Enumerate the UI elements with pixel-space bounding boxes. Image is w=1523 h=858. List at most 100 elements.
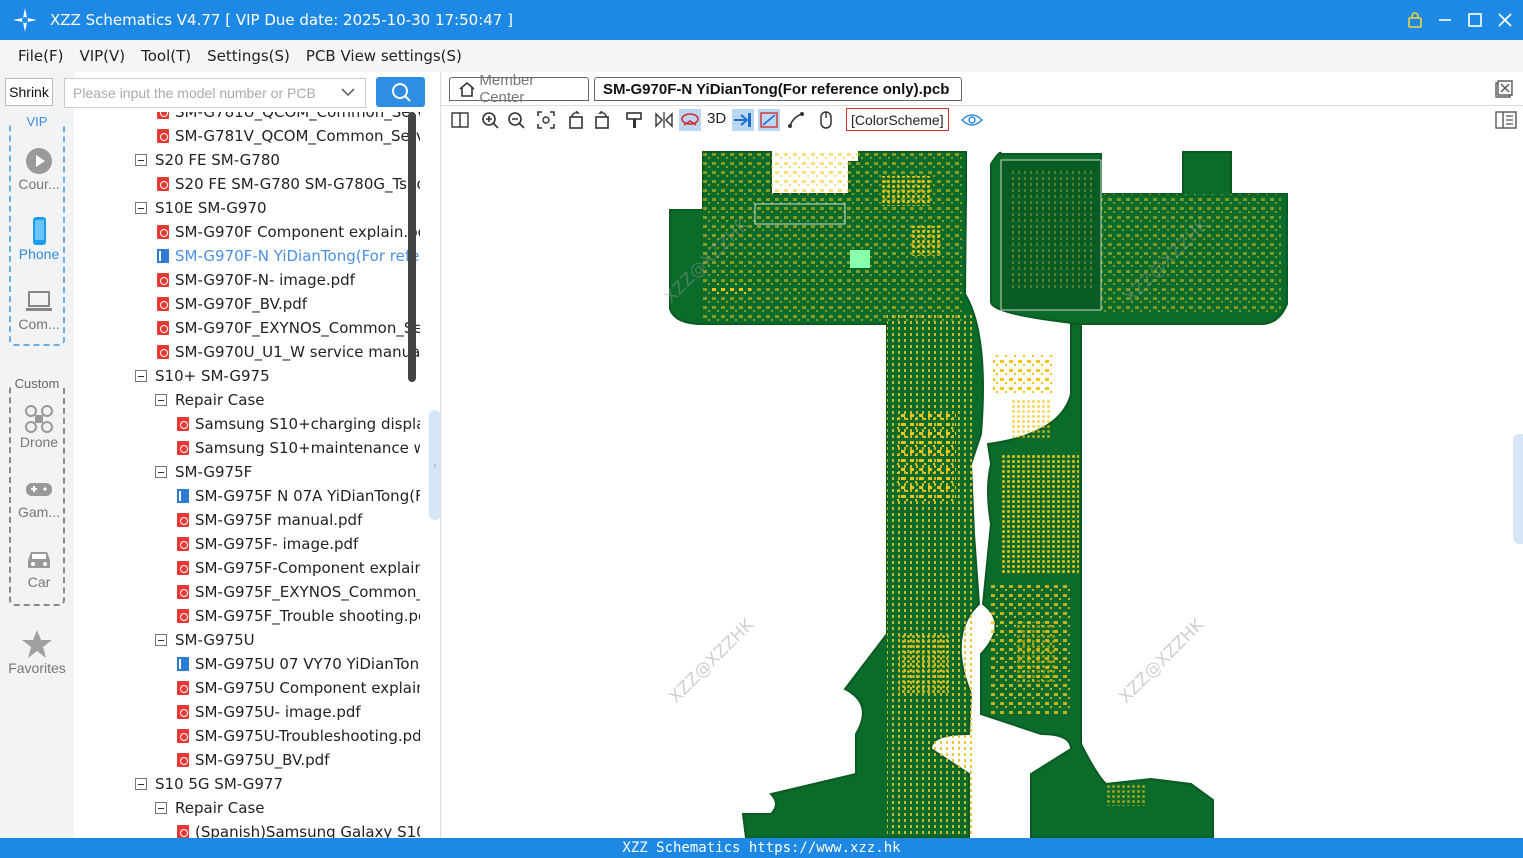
- pdf-file-icon: [177, 585, 189, 599]
- tree-file[interactable]: SM-G970F-N YiDianTong(For refer: [157, 244, 420, 268]
- collapse-toggle-icon[interactable]: [155, 634, 167, 646]
- collapse-toggle-icon[interactable]: [135, 778, 147, 790]
- tree-file[interactable]: SM-G975U-Troubleshooting.pd: [177, 724, 420, 748]
- measure-icon[interactable]: [758, 109, 780, 131]
- tree-file[interactable]: SM-G970U_U1_W service manual.p: [157, 340, 420, 364]
- minimize-icon[interactable]: [1437, 12, 1453, 28]
- zoom-out-icon[interactable]: [505, 109, 527, 131]
- 3d-view-button[interactable]: 3D: [707, 110, 726, 127]
- mouse-icon[interactable]: [815, 109, 837, 131]
- chevron-down-icon[interactable]: [341, 87, 355, 97]
- tree-file[interactable]: SM-G970F-N- image.pdf: [157, 268, 355, 292]
- tree-file[interactable]: Samsung S10+charging display: [177, 412, 420, 436]
- mirror-icon[interactable]: [653, 109, 675, 131]
- collapse-toggle-icon[interactable]: [155, 802, 167, 814]
- side-panel-icon[interactable]: [1495, 109, 1517, 131]
- tab-pcb-file[interactable]: SM-G970F-N YiDianTong(For reference only…: [594, 77, 962, 101]
- tree-file[interactable]: SM-G975F_Trouble shooting.pd: [177, 604, 420, 628]
- tab-member-center[interactable]: Member Center: [449, 72, 589, 106]
- nav-favorites[interactable]: Favorites: [0, 628, 74, 676]
- close-all-tabs-icon[interactable]: [1495, 80, 1513, 98]
- tree-file[interactable]: SM-G975F-Component explain.: [177, 556, 420, 580]
- tree-file[interactable]: SM-G781U_QCOM_Common_Servi: [157, 112, 420, 124]
- right-panel-handle[interactable]: [1513, 434, 1523, 544]
- collapse-toggle-icon[interactable]: [135, 202, 147, 214]
- menu-file[interactable]: File(F): [18, 47, 63, 65]
- tree-file[interactable]: SM-G975U_BV.pdf: [177, 748, 329, 772]
- tree-item-label: SM-G781U_QCOM_Common_Servi: [175, 112, 420, 121]
- tree-file[interactable]: SM-G970F_BV.pdf: [157, 292, 307, 316]
- tree-folder[interactable]: S10E SM-G970: [135, 196, 267, 220]
- tree-file[interactable]: SM-G975U- image.pdf: [177, 700, 361, 724]
- menu-bar: File(F) VIP(V) Tool(T) Settings(S) PCB V…: [0, 40, 1523, 72]
- collapse-toggle-icon[interactable]: [135, 154, 147, 166]
- zoom-in-icon[interactable]: [479, 109, 501, 131]
- collapse-toggle-icon[interactable]: [155, 466, 167, 478]
- tree-item-label: SM-G970U_U1_W service manual.p: [175, 343, 420, 361]
- tree-file[interactable]: (Spanish)Samsung Galaxy S10 5: [177, 820, 420, 838]
- pdf-file-icon: [157, 129, 169, 143]
- rotate-left-icon[interactable]: [565, 109, 587, 131]
- rotate-right-icon[interactable]: [591, 109, 613, 131]
- menu-pcb-view-settings[interactable]: PCB View settings(S): [306, 47, 462, 65]
- collapse-toggle-icon[interactable]: [135, 370, 147, 382]
- menu-settings[interactable]: Settings(S): [207, 47, 290, 65]
- tree-scrollbar[interactable]: [408, 112, 416, 382]
- tree-file[interactable]: Samsung S10+maintenance wit: [177, 436, 420, 460]
- tree-folder[interactable]: Repair Case: [155, 796, 265, 820]
- close-icon[interactable]: [1497, 12, 1513, 28]
- tree-folder[interactable]: S10 5G SM-G977: [135, 772, 283, 796]
- menu-tool[interactable]: Tool(T): [141, 47, 191, 65]
- nav-car[interactable]: Car: [11, 544, 67, 590]
- trace-icon[interactable]: [785, 109, 807, 131]
- category-sidebar: Shrink VIP Cour... Phone Com... Custom D…: [0, 72, 74, 838]
- right-board[interactable]: [980, 151, 1288, 838]
- select-arrow-icon[interactable]: [732, 109, 754, 131]
- tree-file[interactable]: SM-G975F N 07A YiDianTong(F: [177, 484, 420, 508]
- fit-view-icon[interactable]: [535, 109, 557, 131]
- tree-item-label: SM-G975F- image.pdf: [195, 535, 359, 553]
- shrink-button[interactable]: Shrink: [5, 78, 53, 106]
- pdf-file-icon: [157, 112, 169, 119]
- car-icon: [28, 552, 50, 568]
- tree-file[interactable]: S20 FE SM-G780 SM-G780G_Tshoo: [157, 172, 420, 196]
- nav-game[interactable]: Gam...: [11, 474, 67, 520]
- nav-computer[interactable]: Com...: [11, 286, 67, 332]
- paint-brush-icon[interactable]: [623, 109, 645, 131]
- tree-folder[interactable]: SM-G975F: [155, 460, 252, 484]
- tree-item-label: SM-G975U_BV.pdf: [195, 751, 330, 769]
- tree-file[interactable]: SM-G970F Component explain.pdf: [157, 220, 420, 244]
- tree-file[interactable]: SM-G975F manual.pdf: [177, 508, 362, 532]
- lock-icon[interactable]: [1407, 12, 1423, 28]
- file-tree: SM-G781U_QCOM_Common_Servi SM-G781V_QCOM_…: [75, 112, 420, 838]
- tree-item-label: SM-G975F manual.pdf: [195, 511, 363, 529]
- color-scheme-button[interactable]: [ColorScheme]: [846, 108, 949, 131]
- tree-file[interactable]: SM-G970F_EXYNOS_Common_Serv: [157, 316, 420, 340]
- menu-vip[interactable]: VIP(V): [79, 47, 125, 65]
- model-search-input[interactable]: Please input the model number or PCB: [64, 78, 366, 108]
- nav-phone[interactable]: Phone: [11, 216, 67, 262]
- tree-folder[interactable]: S20 FE SM-G780: [135, 148, 280, 172]
- tree-file[interactable]: SM-G975F- image.pdf: [177, 532, 358, 556]
- tree-folder[interactable]: Repair Case: [155, 388, 265, 412]
- pcb-canvas[interactable]: XZZ@XZZHK XZZ@XZZHK XZZ@XZZHK XZZ@XZZHK: [440, 134, 1523, 838]
- collapse-toggle-icon[interactable]: [155, 394, 167, 406]
- tree-file[interactable]: SM-G781V_QCOM_Common_Servic: [157, 124, 420, 148]
- tree-file[interactable]: SM-G975U 07 VY70 YiDianTong: [177, 652, 420, 676]
- split-view-icon[interactable]: [449, 109, 471, 131]
- tree-file[interactable]: SM-G975U Component explain.: [177, 676, 420, 700]
- tree-folder[interactable]: SM-G975U: [155, 628, 255, 652]
- tree-file[interactable]: SM-G975F_EXYNOS_Common_S: [177, 580, 420, 604]
- nav-drone[interactable]: Drone: [11, 404, 67, 450]
- pdf-file-icon: [177, 561, 189, 575]
- pdf-file-icon: [177, 417, 189, 431]
- tree-folder[interactable]: S10+ SM-G975: [135, 364, 270, 388]
- pcb-board-view[interactable]: XZZ@XZZHK XZZ@XZZHK XZZ@XZZHK XZZ@XZZHK: [441, 134, 1523, 838]
- nav-course[interactable]: Cour...: [11, 146, 67, 192]
- pcb-file-icon: [177, 489, 191, 503]
- eye-icon[interactable]: [961, 109, 983, 131]
- maximize-icon[interactable]: [1467, 12, 1483, 28]
- highlight-net-icon[interactable]: [679, 109, 701, 131]
- app-logo-icon: [0, 0, 50, 40]
- search-button[interactable]: [376, 77, 425, 107]
